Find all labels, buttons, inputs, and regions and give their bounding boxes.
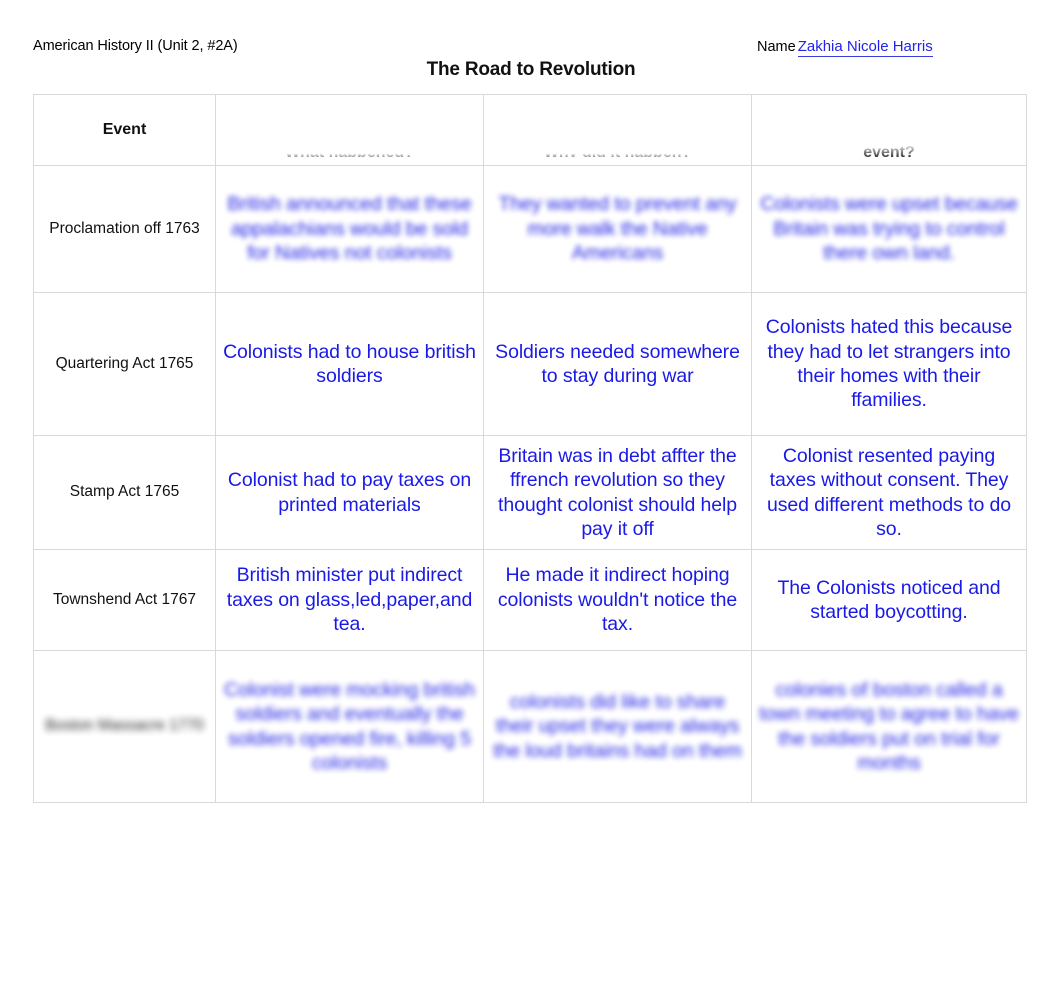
row-why-cell[interactable]: They wanted to prevent any more walk the… [483,165,752,293]
row-react-cell[interactable]: colonies of boston called a town meeting… [751,650,1027,803]
row-event-cell: Townshend Act 1767 [33,549,216,651]
column-header-event-label: Event [102,121,147,138]
row-why-cell[interactable]: Britain was in debt affter the ffrench r… [483,435,752,550]
road-to-revolution-table: Event What happened? Why did it happen? … [33,94,1027,803]
column-header-what-label: What happened? [285,144,414,157]
answer-why: They wanted to prevent any more walk the… [498,193,737,265]
row-why-cell[interactable]: He made it indirect hoping colonists wou… [483,549,752,651]
row-event-cell: Boston Massacre 1770 [33,650,216,803]
row-what-cell[interactable]: Colonist were mocking british soldiers a… [215,650,484,803]
row-what-cell[interactable]: Colonists had to house british soldiers [215,292,484,436]
answer-why: He made it indirect hoping colonists wou… [497,564,738,636]
row-react-cell[interactable]: Colonists hated this because they had to… [751,292,1027,436]
row-react-cell[interactable]: Colonist resented paying taxes without c… [751,435,1027,550]
answer-why: Britain was in debt affter the ffrench r… [498,444,737,540]
row-what-cell[interactable]: British minister put indirect taxes on g… [215,549,484,651]
row-event-cell: Proclamation off 1763 [33,165,216,293]
row-react-cell[interactable]: Colonists were upset because Britain was… [751,165,1027,293]
row-event-cell: Quartering Act 1765 [33,292,216,436]
column-header-why: Why did it happen? [483,94,752,166]
event-label: Boston Massacre 1770 [45,717,204,735]
row-why-cell[interactable]: Soldiers needed somewhere to stay during… [483,292,752,436]
event-label: Proclamation off 1763 [49,219,200,237]
event-label: Townshend Act 1767 [52,590,197,608]
answer-why: Soldiers needed somewhere to stay during… [495,340,740,387]
course-label: American History II (Unit 2, #2A) [33,38,238,54]
answer-why: colonists did like to share their upset … [493,690,742,762]
column-header-react-label: How did colonists react to this event? [772,124,1006,157]
row-what-cell[interactable]: Colonist had to pay taxes on printed mat… [215,435,484,550]
column-header-what: What happened? [215,94,484,166]
answer-react: colonies of boston called a town meeting… [759,678,1019,774]
column-header-why-label: Why did it happen? [543,144,692,157]
table-row: Stamp Act 1765 Colonist had to pay taxes… [33,435,1027,550]
row-why-cell[interactable]: colonists did like to share their upset … [483,650,752,803]
answer-what: British announced that these appalachian… [227,193,472,265]
answer-what: Colonist had to pay taxes on printed mat… [227,469,472,516]
page-title: The Road to Revolution [426,59,636,80]
answer-react: The Colonists noticed and started boycot… [777,576,1001,623]
row-event-cell: Stamp Act 1765 [33,435,216,550]
name-label: Name [757,39,796,55]
column-header-event: Event [33,94,216,166]
table-header-row: Event What happened? Why did it happen? … [33,94,1027,166]
event-label: Quartering Act 1765 [55,354,194,372]
table-row: Townshend Act 1767 British minister put … [33,549,1027,651]
table-row: Quartering Act 1765 Colonists had to hou… [33,292,1027,436]
answer-react: Colonists hated this because they had to… [765,316,1013,412]
name-field-group: Name Zakhia Nicole Harris [757,38,933,57]
column-header-react: How did colonists react to this event? [751,94,1027,166]
table-row: Boston Massacre 1770 Colonist were mocki… [33,650,1027,803]
student-name-value[interactable]: Zakhia Nicole Harris [797,38,933,57]
row-what-cell[interactable]: British announced that these appalachian… [215,165,484,293]
answer-what: British minister put indirect taxes on g… [226,564,473,636]
answer-react: Colonists were upset because Britain was… [760,193,1018,265]
road-to-revolution-table-wrapper: Event What happened? Why did it happen? … [33,94,1027,803]
row-react-cell[interactable]: The Colonists noticed and started boycot… [751,549,1027,651]
answer-react: Colonist resented paying taxes without c… [766,444,1011,540]
event-label: Stamp Act 1765 [69,483,180,501]
answer-what: Colonist were mocking british soldiers a… [224,678,475,774]
answer-what: Colonists had to house british soldiers [223,340,476,387]
table-row: Proclamation off 1763 British announced … [33,165,1027,293]
